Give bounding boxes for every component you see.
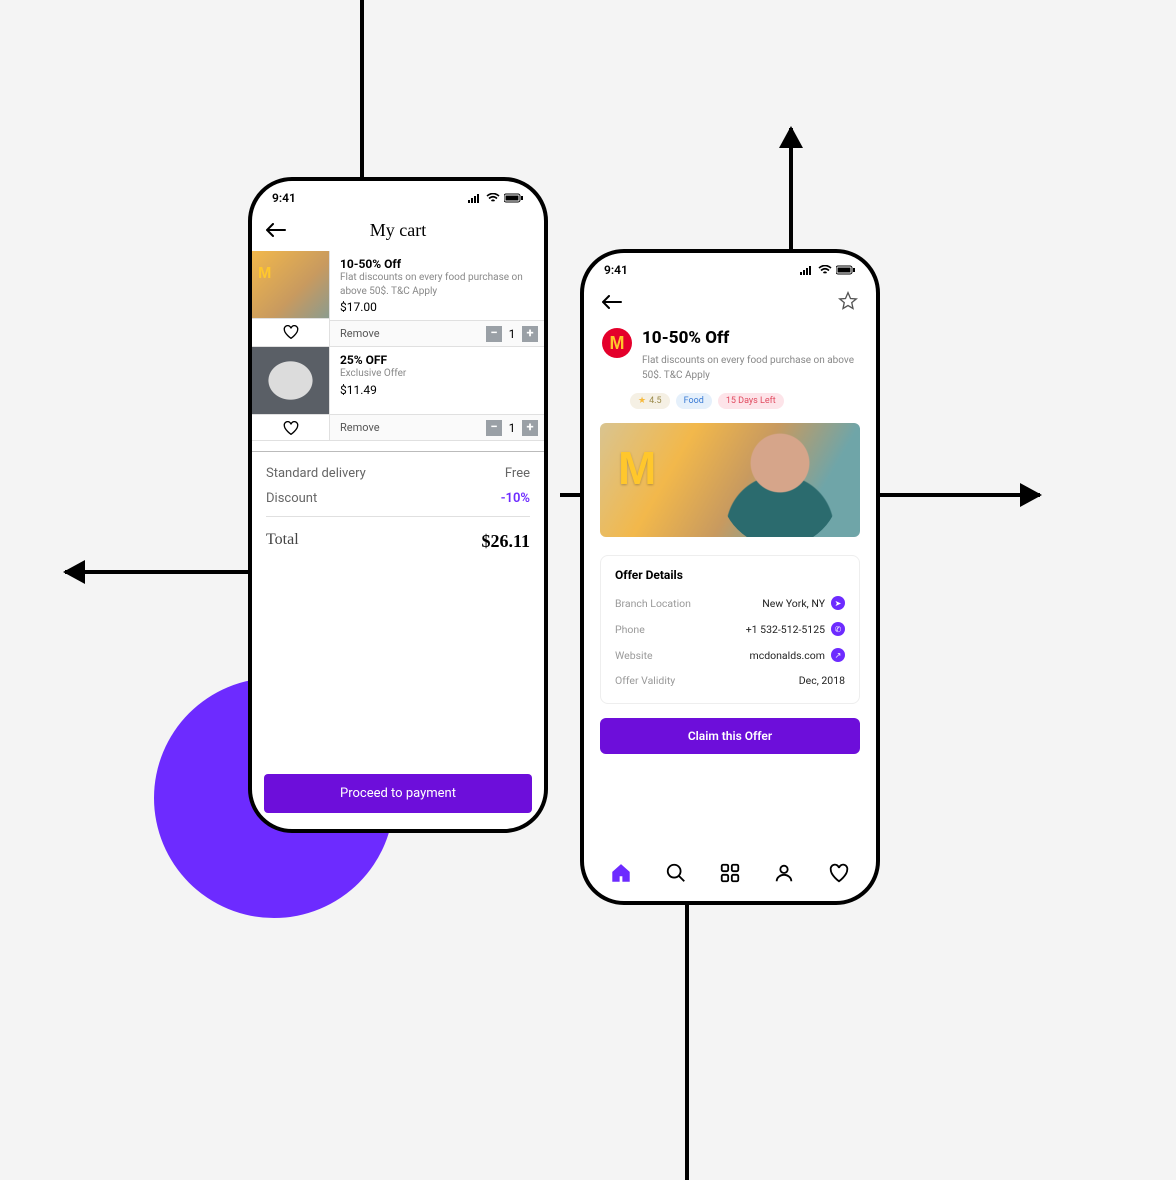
remove-button[interactable]: Remove (340, 421, 380, 434)
detail-row-validity: Offer Validity Dec, 2018 (615, 668, 845, 693)
detail-row-website: Website mcdonalds.com ↗ (615, 642, 845, 668)
category-chip: Food (676, 393, 712, 409)
nav-profile[interactable] (772, 861, 796, 885)
star-icon: ★ (638, 396, 646, 406)
delivery-value: Free (505, 466, 530, 481)
nav-categories[interactable] (718, 861, 742, 885)
heart-icon (828, 862, 850, 884)
status-time: 9:41 (604, 263, 628, 277)
item-description: Exclusive Offer (340, 367, 534, 381)
offer-screen: 9:41 M 10-50% Off Flat discounts on ever… (580, 249, 880, 905)
status-bar: 9:41 (252, 181, 544, 209)
item-price: $11.49 (340, 383, 534, 397)
phone-icon[interactable]: ✆ (831, 622, 845, 636)
status-time: 9:41 (272, 191, 296, 205)
qty-value: 1 (502, 421, 522, 435)
detail-value: Dec, 2018 (799, 674, 845, 687)
qty-increase-button[interactable]: + (522, 326, 538, 342)
brand-logo: M (602, 328, 632, 358)
detail-label: Phone (615, 623, 645, 636)
item-thumbnail (252, 347, 329, 414)
remove-button[interactable]: Remove (340, 327, 380, 340)
brand-arch-icon: M (618, 441, 656, 495)
signal-icon (468, 193, 482, 203)
item-thumbnail (252, 251, 329, 318)
heart-icon (283, 421, 299, 435)
favorite-button[interactable] (252, 414, 329, 440)
discount-label: Discount (266, 491, 317, 506)
quantity-stepper: − 1 + (486, 420, 538, 436)
offer-description: Flat discounts on every food purchase on… (642, 354, 858, 383)
detail-label: Branch Location (615, 597, 691, 610)
home-icon (610, 862, 632, 884)
detail-value: mcdonalds.com (750, 649, 825, 662)
offer-hero-image: M (600, 423, 860, 537)
qty-value: 1 (502, 327, 522, 341)
page-title: My cart (370, 220, 426, 241)
grid-icon (719, 862, 741, 884)
quantity-stepper: − 1 + (486, 326, 538, 342)
wifi-icon (818, 265, 832, 275)
signal-icon (800, 265, 814, 275)
nav-favorites[interactable] (827, 861, 851, 885)
status-bar: 9:41 (584, 253, 876, 281)
wifi-icon (486, 193, 500, 203)
offer-title: 10-50% Off (642, 328, 858, 348)
rating-value: 4.5 (649, 396, 662, 406)
detail-value: New York, NY (762, 597, 825, 610)
detail-value: +1 532-512-5125 (746, 623, 825, 636)
cart-item: 10-50% Off Flat discounts on every food … (252, 251, 544, 347)
status-icons (800, 265, 856, 275)
detail-row-phone: Phone +1 532-512-5125 ✆ (615, 616, 845, 642)
favorite-button[interactable] (838, 291, 858, 316)
item-title: 25% OFF (340, 353, 534, 367)
item-price: $17.00 (340, 300, 534, 314)
details-heading: Offer Details (615, 568, 845, 582)
location-icon[interactable]: ➤ (831, 596, 845, 610)
detail-label: Website (615, 649, 653, 662)
battery-icon (836, 265, 856, 275)
discount-value: -10% (501, 491, 530, 506)
decorative-line (360, 0, 364, 200)
proceed-to-payment-button[interactable]: Proceed to payment (264, 774, 532, 813)
qty-decrease-button[interactable]: − (486, 326, 502, 342)
heart-icon (283, 325, 299, 339)
battery-icon (504, 193, 524, 203)
offer-details-card: Offer Details Branch Location New York, … (600, 555, 860, 704)
bottom-nav (584, 849, 876, 901)
qty-decrease-button[interactable]: − (486, 420, 502, 436)
order-summary: Standard delivery Free Discount -10% Tot… (252, 451, 544, 552)
star-icon (838, 291, 858, 311)
search-icon (665, 862, 687, 884)
cart-screen: 9:41 My cart 10-50% Off Flat discounts o… (248, 177, 548, 833)
detail-label: Offer Validity (615, 674, 675, 687)
claim-offer-button[interactable]: Claim this Offer (600, 718, 860, 754)
cart-header: My cart (252, 209, 544, 251)
total-label: Total (266, 531, 299, 552)
arrow-left-icon (266, 223, 286, 237)
total-value: $26.11 (481, 531, 530, 552)
days-left-chip: 15 Days Left (718, 393, 784, 409)
rating-chip: ★4.5 (630, 393, 670, 409)
arrow-left-icon (602, 295, 622, 309)
delivery-label: Standard delivery (266, 466, 366, 481)
qty-increase-button[interactable]: + (522, 420, 538, 436)
detail-row-branch: Branch Location New York, NY ➤ (615, 590, 845, 616)
nav-search[interactable] (664, 861, 688, 885)
favorite-button[interactable] (252, 318, 329, 344)
link-icon[interactable]: ↗ (831, 648, 845, 662)
nav-home[interactable] (609, 861, 633, 885)
back-button[interactable] (266, 218, 286, 242)
cart-item: 25% OFF Exclusive Offer $11.49 Remove − … (252, 347, 544, 441)
status-icons (468, 193, 524, 203)
item-description: Flat discounts on every food purchase on… (340, 271, 534, 298)
back-button[interactable] (602, 293, 622, 314)
person-icon (773, 862, 795, 884)
item-title: 10-50% Off (340, 257, 534, 271)
